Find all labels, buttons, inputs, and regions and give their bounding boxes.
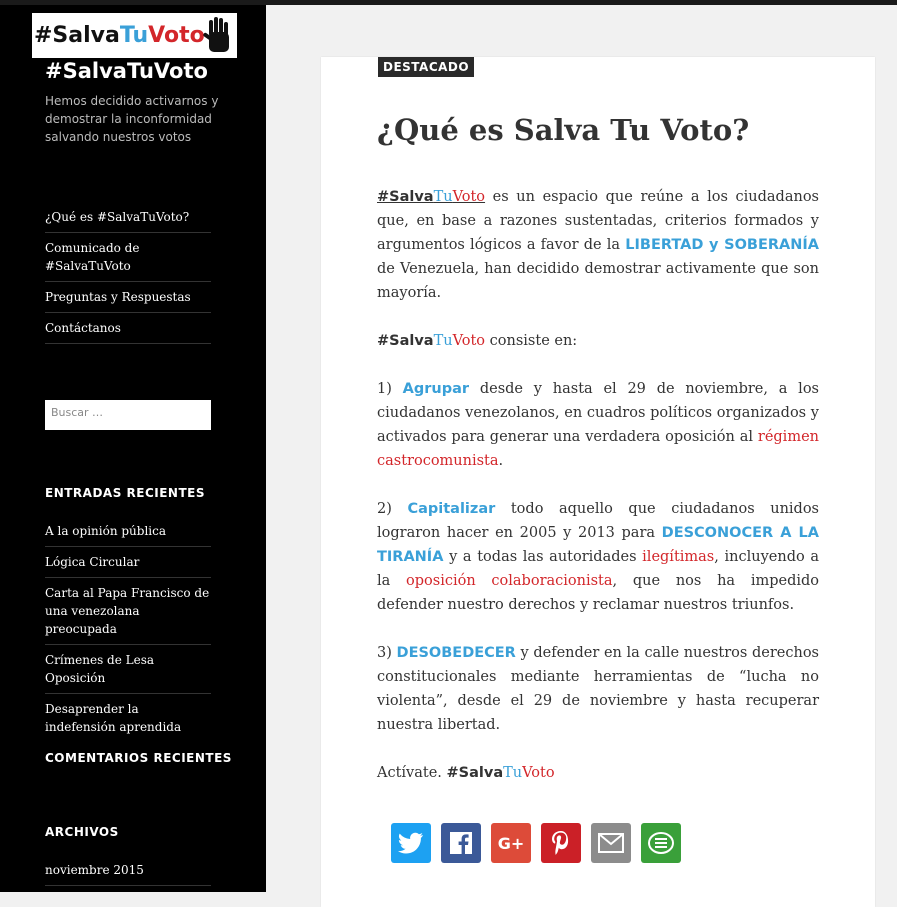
recent-posts-list: A la opinión pública Lógica Circular Car…: [45, 516, 211, 742]
twitter-icon: [398, 832, 423, 854]
text: 3): [377, 645, 397, 661]
text: y a todas las autoridades: [443, 549, 643, 565]
red-text: oposición colaboracionista: [406, 573, 613, 589]
brand-part: Voto: [522, 765, 555, 781]
nav-item-preguntas[interactable]: Preguntas y Respuestas: [45, 282, 211, 313]
pinterest-share-button[interactable]: [541, 823, 581, 863]
post-content: #SalvaTuVoto es un espacio que reúne a l…: [377, 185, 819, 809]
main-nav: ¿Qué es #SalvaTuVoto? Comunicado de #Sal…: [45, 202, 211, 344]
archives-list: noviembre 2015: [45, 855, 211, 886]
pinterest-icon: [552, 831, 569, 855]
paragraph-activate: Actívate. #SalvaTuVoto: [377, 761, 819, 785]
post-card: DESTACADO ¿Qué es Salva Tu Voto? #SalvaT…: [321, 57, 875, 907]
nav-item-comunicado[interactable]: Comunicado de #SalvaTuVoto: [45, 233, 211, 282]
logo-text-tu: Tu: [119, 23, 149, 48]
paragraph-point-2: 2) Capitalizar todo aquello que ciudadan…: [377, 497, 819, 617]
share-buttons: G+: [391, 823, 681, 863]
recent-post-item[interactable]: Carta al Papa Francisco de una venezolan…: [45, 578, 211, 645]
recent-post-item[interactable]: Desaprender la indefensión aprendida: [45, 694, 211, 742]
paragraph-point-3: 3) DESOBEDECER y defender en la calle nu…: [377, 641, 819, 737]
brand-part: #Salva: [377, 189, 434, 205]
text: Actívate.: [377, 765, 447, 781]
archives-title: ARCHIVOS: [45, 825, 119, 839]
googleplus-share-button[interactable]: G+: [491, 823, 531, 863]
paragraph-consiste: #SalvaTuVoto consiste en:: [377, 329, 819, 353]
brand-part: Voto: [452, 189, 486, 205]
hand-icon: [203, 17, 229, 52]
red-text: ilegítimas: [642, 549, 715, 565]
logo-text-salva: #Salva: [34, 23, 120, 48]
brand-part: #Salva: [446, 765, 504, 781]
share-icon: [648, 832, 674, 854]
highlight-text: DESOBEDECER: [396, 645, 516, 661]
recent-posts-title: ENTRADAS RECIENTES: [45, 486, 205, 500]
search-input[interactable]: Buscar …: [45, 400, 211, 430]
brand-part: Tu: [433, 189, 453, 205]
text: .: [498, 453, 504, 469]
text: de Venezuela, han decidido demostrar act…: [377, 261, 819, 301]
brand-link[interactable]: #SalvaTuVoto: [377, 189, 485, 205]
nav-item-que-es[interactable]: ¿Qué es #SalvaTuVoto?: [45, 202, 211, 233]
logo-text-voto: Voto: [148, 23, 205, 48]
brand-part: Voto: [452, 333, 486, 349]
google-plus-icon: G+: [497, 833, 525, 853]
email-icon: [598, 833, 624, 853]
site-title[interactable]: #SalvaTuVoto: [45, 59, 208, 83]
more-share-button[interactable]: [641, 823, 681, 863]
recent-post-item[interactable]: A la opinión pública: [45, 516, 211, 547]
paragraph-intro: #SalvaTuVoto es un espacio que reúne a l…: [377, 185, 819, 305]
facebook-icon: [450, 832, 472, 854]
brand-part: Tu: [433, 333, 453, 349]
highlight-text: LIBERTAD y SOBERANÍA: [625, 237, 819, 253]
site-logo[interactable]: #Salva Tu Voto: [32, 13, 237, 58]
recent-comments-title: COMENTARIOS RECIENTES: [45, 751, 232, 765]
highlight-text: Capitalizar: [407, 501, 496, 517]
recent-post-item[interactable]: Lógica Circular: [45, 547, 211, 578]
sidebar: #Salva Tu Voto #SalvaTuVoto Hemos decidido…: [0, 5, 266, 892]
brand-part: Tu: [503, 765, 523, 781]
recent-post-item[interactable]: Crímenes de Lesa Oposición: [45, 645, 211, 694]
text: 2): [377, 501, 408, 517]
post-title[interactable]: ¿Qué es Salva Tu Voto?: [377, 113, 749, 147]
twitter-share-button[interactable]: [391, 823, 431, 863]
highlight-text: Agrupar: [402, 381, 470, 397]
featured-badge[interactable]: DESTACADO: [378, 57, 475, 77]
paragraph-point-1: 1) Agrupar desde y hasta el 29 de noviem…: [377, 377, 819, 473]
brand-part: #Salva: [377, 333, 434, 349]
site-description: Hemos decidido activarnos y demostrar la…: [45, 94, 219, 144]
archive-item[interactable]: noviembre 2015: [45, 855, 211, 886]
email-share-button[interactable]: [591, 823, 631, 863]
text: 1): [377, 381, 403, 397]
facebook-share-button[interactable]: [441, 823, 481, 863]
text: consiste en:: [485, 333, 578, 349]
nav-item-contactanos[interactable]: Contáctanos: [45, 313, 211, 344]
